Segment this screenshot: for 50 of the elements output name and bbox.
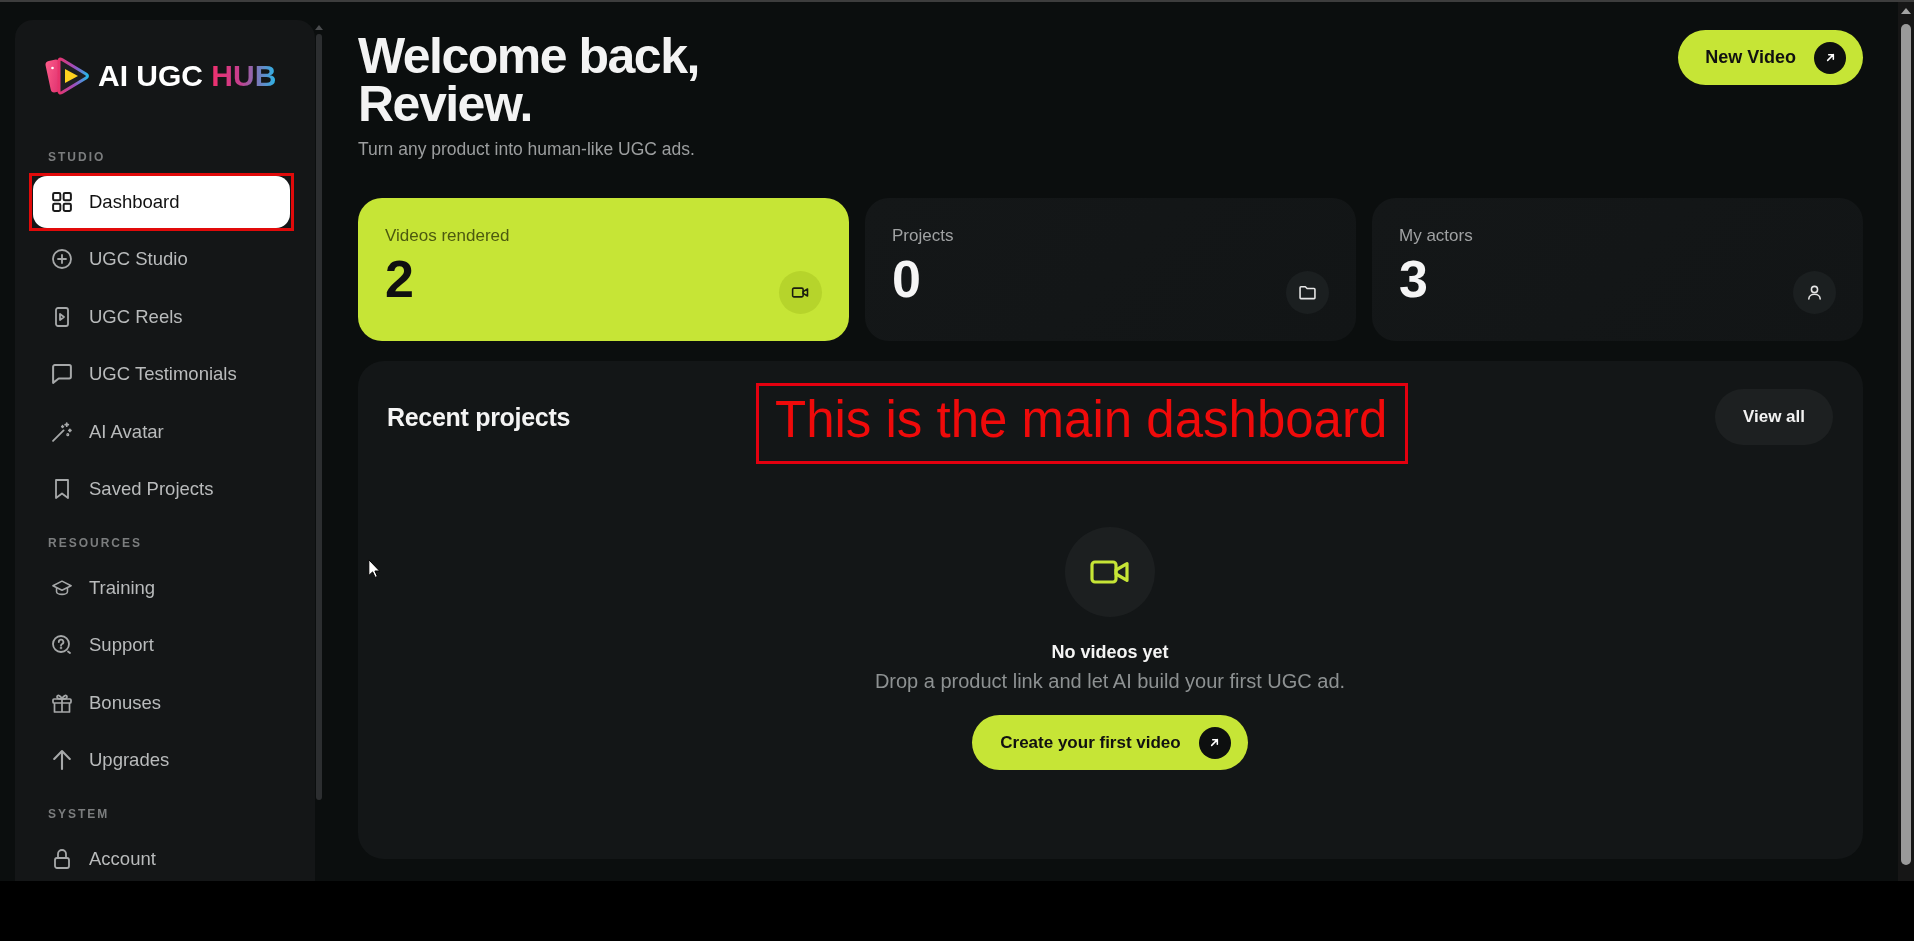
person-icon <box>1793 271 1836 314</box>
scroll-arrow-icon[interactable] <box>1901 8 1911 14</box>
video-camera-icon <box>779 271 822 314</box>
speech-bubble-icon <box>52 364 72 385</box>
bookmark-icon <box>52 479 72 500</box>
welcome-heading: Welcome back, Review. <box>358 32 699 128</box>
nav-item[interactable]: Dashboard <box>33 176 290 228</box>
arrow-up-right-icon <box>1198 726 1231 759</box>
app-name: AI UGC HUB <box>98 59 277 93</box>
folder-icon <box>1286 271 1329 314</box>
arrow-up-icon <box>52 750 72 771</box>
annotation-callout: This is the main dashboard <box>756 383 1408 464</box>
magic-wand-icon <box>52 421 72 442</box>
nav-item[interactable]: Upgrades <box>33 734 290 786</box>
new-video-button[interactable]: New Video <box>1678 30 1863 85</box>
arrow-up-right-icon <box>1814 41 1846 74</box>
subtitle: Turn any product into human-like UGC ads. <box>358 138 695 160</box>
grid-icon <box>52 191 72 212</box>
section-title: Recent projects <box>387 402 571 432</box>
view-all-button[interactable]: View all <box>1714 389 1833 445</box>
empty-state-message: Drop a product link and let AI build your first UGC ad. <box>874 669 1346 694</box>
section-label: SYSTEM <box>48 806 110 822</box>
scrollbar[interactable] <box>1898 2 1914 881</box>
stat-value: 3 <box>1399 253 1428 305</box>
nav-item[interactable]: UGC Studio <box>33 233 290 285</box>
help-circle-icon <box>52 635 72 656</box>
gift-icon <box>52 692 72 713</box>
nav-item[interactable]: UGC Testimonials <box>33 348 290 400</box>
nav-item[interactable]: AI Avatar <box>33 406 290 458</box>
empty-state-title: No videos yet <box>1051 641 1169 664</box>
nav-item[interactable]: Bonuses <box>33 677 290 729</box>
create-video-button[interactable]: Create your first video <box>972 715 1248 770</box>
stat-value: 2 <box>385 253 414 305</box>
scrollbar[interactable] <box>315 25 323 800</box>
section-label: STUDIO <box>48 149 106 165</box>
plus-circle-icon <box>52 249 72 270</box>
section-label: RESOURCES <box>48 535 142 551</box>
nav-item[interactable]: Support <box>33 619 290 671</box>
lock-icon <box>52 848 72 869</box>
nav-item[interactable]: Training <box>33 562 290 614</box>
nav-item[interactable]: Saved Projects <box>33 463 290 515</box>
logo-icon <box>45 55 90 97</box>
stat-label: Projects <box>892 225 954 247</box>
stat-value: 0 <box>892 253 921 305</box>
mouse-pointer-icon <box>368 559 380 578</box>
stat-label: My actors <box>1399 225 1473 247</box>
nav-item[interactable]: UGC Reels <box>33 291 290 343</box>
play-card-icon <box>52 306 72 327</box>
nav-item[interactable]: Account <box>33 833 290 881</box>
stat-label: Videos rendered <box>385 225 510 247</box>
